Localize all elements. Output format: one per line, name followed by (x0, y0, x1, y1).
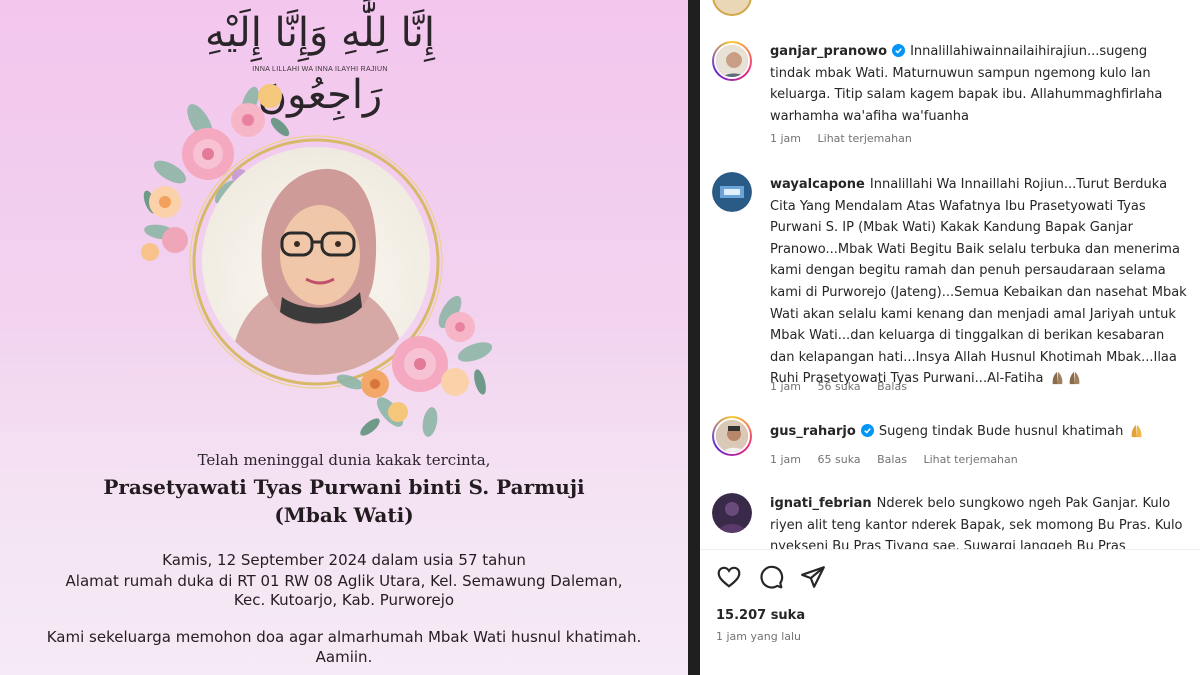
comment-time: 1 jam (770, 453, 802, 466)
comment-body: ignati_febrian Nderek belo sungkowo ngeh … (770, 493, 1190, 549)
heart-icon[interactable] (716, 564, 742, 590)
likes-count[interactable]: 15.207 suka (716, 608, 805, 623)
comment-body: gus_raharjo Sugeng tindak Bude husnul kha… (770, 421, 1190, 443)
obituary-address-line-1: Alamat rumah duka di RT 01 RW 08 Aglik U… (65, 572, 623, 590)
memorial-frame (130, 82, 510, 442)
divider (688, 0, 700, 675)
avatar[interactable] (712, 416, 752, 456)
verified-badge-icon (892, 44, 906, 57)
comment-time: 1 jam (770, 132, 802, 145)
comments-panel[interactable]: ganjar_pranowo Innalillahiwainnailaihiraj… (700, 0, 1200, 675)
translate-link[interactable]: Lihat terjemahan (923, 453, 1017, 466)
comment-text: Sugeng tindak Bude husnul khatimah (878, 424, 1124, 439)
avatar-image (712, 493, 752, 533)
comment-meta: 1 jam 56 suka Balas (770, 380, 920, 393)
avatar[interactable] (712, 0, 752, 16)
comment-username[interactable]: ganjar_pranowo (770, 44, 887, 59)
deceased-name: Prasetyawati Tyas Purwani binti S. Parmu… (103, 475, 585, 499)
obituary-intro: Telah meninggal dunia kakak tercinta, (197, 451, 491, 469)
comment-username[interactable]: wayalcapone (770, 177, 865, 192)
comment-text: Innalillahi Wa Innaillahi Rojiun...Turut… (770, 177, 1187, 387)
avatar-image (716, 420, 748, 452)
comment-username[interactable]: ignati_febrian (770, 496, 872, 511)
obituary-date-line: Kamis, 12 September 2024 dalam usia 57 t… (162, 551, 526, 569)
praying-hands-emoji (1052, 372, 1062, 385)
comment-body: ganjar_pranowo Innalillahiwainnailaihiraj… (770, 41, 1190, 127)
obituary-amen-line: Aamiin. (315, 648, 373, 666)
share-icon[interactable] (800, 564, 826, 590)
arabic-calligraphy: إِنَّا لِلَّٰهِ وَإِنَّا إِلَيْهِ رَاجِع… (204, 10, 436, 118)
portrait-illustration (230, 168, 407, 375)
avatar-image (712, 172, 752, 212)
comment-username[interactable]: gus_raharjo (770, 424, 856, 439)
reply-link[interactable]: Balas (877, 453, 907, 466)
comment-likes[interactable]: 56 suka (818, 380, 861, 393)
avatar-image (716, 45, 748, 77)
post-actions: 15.207 suka 1 jam yang lalu (700, 549, 1200, 675)
comment-meta: 1 jam Lihat terjemahan (770, 132, 925, 145)
translate-link[interactable]: Lihat terjemahan (818, 132, 912, 145)
praying-hands-emoji (1069, 372, 1079, 385)
cut-off-top-comment (712, 0, 1172, 16)
transliteration: INNA LILLAHI WA INNA ILAYHI RAJIUN (252, 66, 388, 73)
comment-ignati-febrian: ignati_febrian Nderek belo sungkowo ngeh … (700, 490, 1200, 549)
comment-likes[interactable]: 65 suka (818, 453, 861, 466)
post-time: 1 jam yang lalu (716, 630, 802, 643)
obituary-prayer-line: Kami sekeluarga memohon doa agar almarhu… (46, 628, 642, 646)
comment-body: wayalcapone Innalillahi Wa Innaillahi Roj… (770, 174, 1190, 390)
portrait-photo (202, 147, 430, 375)
obituary-address-line-2: Kec. Kutoarjo, Kab. Purworejo (233, 591, 455, 609)
post-image[interactable]: إِنَّا لِلَّٰهِ وَإِنَّا إِلَيْهِ رَاجِع… (0, 0, 688, 675)
verified-badge-icon (860, 424, 874, 437)
praying-hands-emoji (1132, 424, 1142, 438)
avatar[interactable] (712, 172, 752, 212)
comment-meta: 1 jam 65 suka Balas Lihat terjemahan (770, 453, 1031, 466)
avatar[interactable] (712, 41, 752, 81)
comment-time: 1 jam (770, 380, 802, 393)
comment-icon[interactable] (758, 564, 784, 590)
reply-link[interactable]: Balas (877, 380, 907, 393)
avatar[interactable] (712, 493, 752, 533)
deceased-nickname: (Mbak Wati) (274, 503, 414, 527)
